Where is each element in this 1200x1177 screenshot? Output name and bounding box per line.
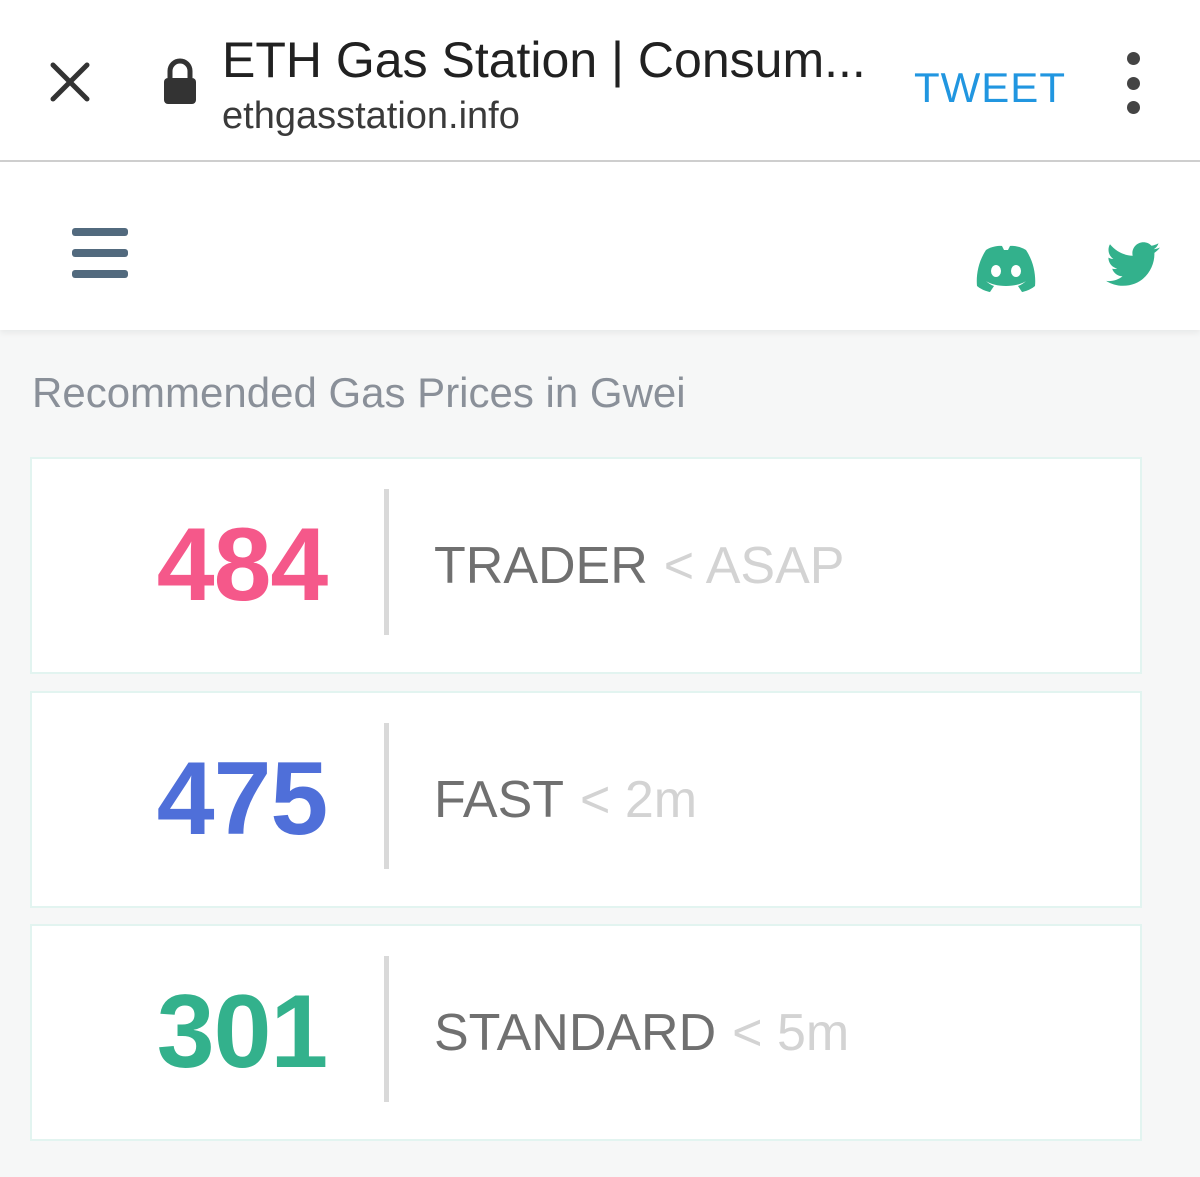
price-card-fast: 475 FAST < 2m <box>30 691 1142 908</box>
price-card-trader: 484 TRADER < ASAP <box>30 457 1142 674</box>
hamburger-menu-icon[interactable] <box>72 228 128 278</box>
price-label: TRADER < ASAP <box>434 459 844 672</box>
price-label: STANDARD < 5m <box>434 926 849 1139</box>
browser-top-bar: ETH Gas Station | Consum... ethgasstatio… <box>0 0 1200 162</box>
tier-time: < 5m <box>732 1003 850 1062</box>
section-title: Recommended Gas Prices in Gwei <box>32 369 686 416</box>
page-title: ETH Gas Station | Consum... <box>222 32 866 88</box>
price-value: 475 <box>156 741 329 857</box>
price-label: FAST < 2m <box>434 693 697 906</box>
tier-name: FAST <box>434 770 565 829</box>
more-vert-icon <box>1126 52 1140 65</box>
tier-name: STANDARD <box>434 1003 717 1062</box>
divider <box>384 489 389 635</box>
price-value: 301 <box>156 974 329 1090</box>
site-header <box>0 162 1200 330</box>
lock-icon <box>164 58 196 104</box>
tier-time: < ASAP <box>663 536 845 595</box>
price-value: 484 <box>156 507 329 623</box>
divider <box>384 956 389 1102</box>
price-card-standard: 301 STANDARD < 5m <box>30 924 1142 1141</box>
close-icon <box>50 62 90 102</box>
divider <box>384 723 389 869</box>
page-url[interactable]: ethgasstation.info <box>222 94 520 138</box>
tier-name: TRADER <box>434 536 648 595</box>
tier-time: < 2m <box>580 770 698 829</box>
close-button[interactable] <box>40 52 100 112</box>
discord-icon[interactable] <box>974 244 1038 292</box>
twitter-icon[interactable] <box>1106 242 1160 288</box>
more-options-button[interactable] <box>1108 52 1158 114</box>
tweet-button[interactable]: TWEET <box>910 58 1070 118</box>
